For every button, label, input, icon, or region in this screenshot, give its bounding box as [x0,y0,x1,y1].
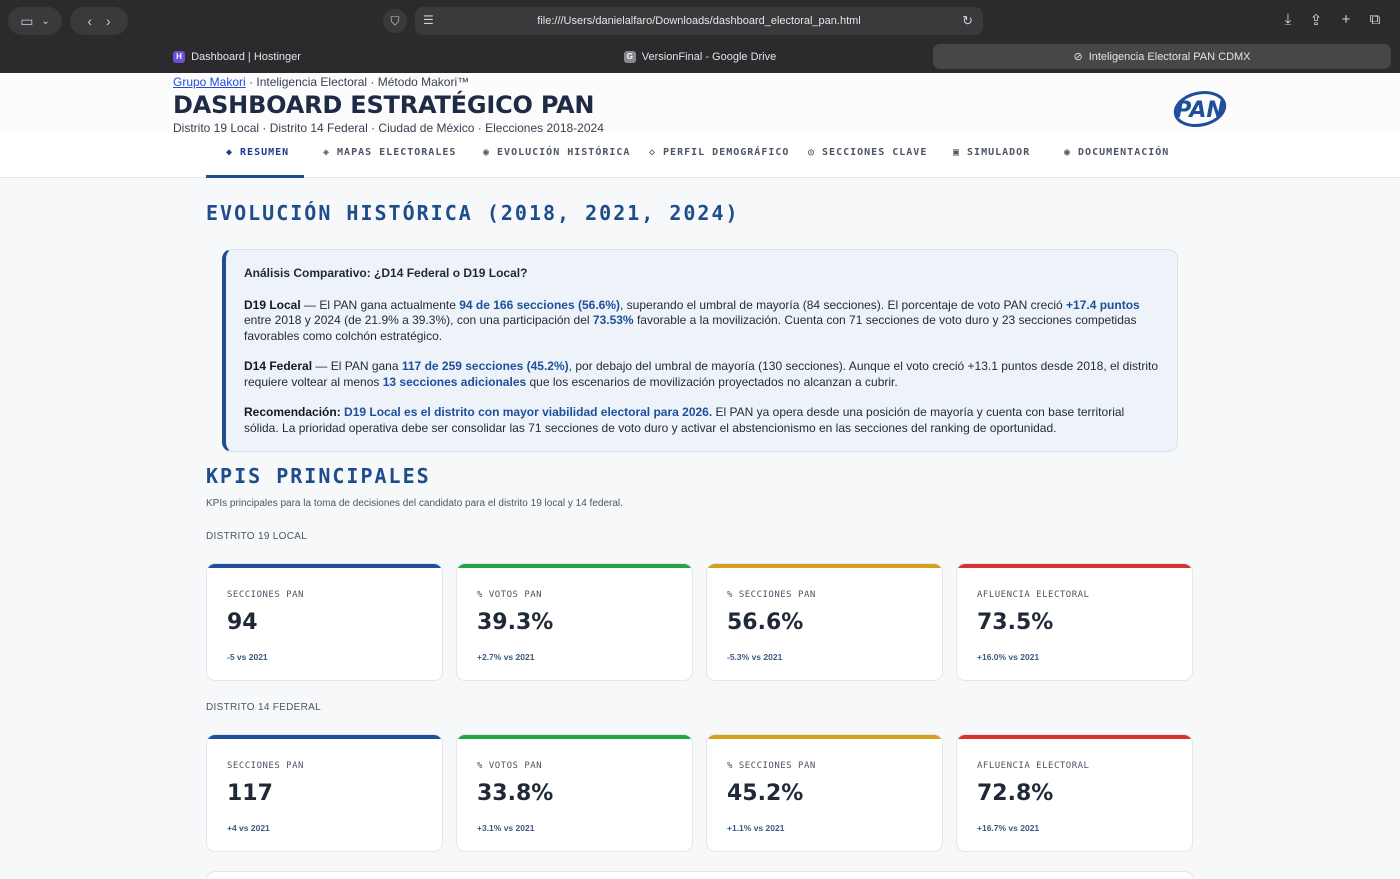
page-header: Grupo Makori · Inteligencia Electoral · … [0,73,1400,135]
d14-label: DISTRITO 14 FEDERAL [206,702,321,713]
reader-icon[interactable]: ☰ [423,13,434,27]
page: Grupo Makori · Inteligencia Electoral · … [0,73,1400,879]
compass-icon: ⊘ [1073,51,1083,63]
kpi-card-d14-afluencia: AFLUENCIA ELECTORAL 72.8% +16.7% vs 2021 [956,734,1193,852]
tab-perfil-demografico[interactable]: ◇ PERFIL DEMOGRÁFICO [649,147,789,158]
active-tab-indicator [206,175,304,178]
kpi-value: 56.6% [727,610,804,635]
logo-text: PAN [1175,98,1225,123]
card-accent [707,735,942,739]
analysis-recomendacion: Recomendación: D19 Local es el distrito … [244,405,1125,435]
tab-hostinger[interactable]: H Dashboard | Hostinger [8,44,466,69]
sidebar-icon: ▭ [20,12,34,29]
card-accent [957,735,1192,739]
kpi-label: SECCIONES PAN [227,590,304,600]
breadcrumb-rest: · Inteligencia Electoral · Método Makori… [245,75,470,89]
kpi-card-d19-pct-secciones: % SECCIONES PAN 56.6% -5.3% vs 2021 [706,563,943,681]
card-accent [207,564,442,568]
kpi-change: +4 vs 2021 [227,823,270,833]
kpi-card-d14-secciones: SECCIONES PAN 117 +4 vs 2021 [206,734,443,852]
tab-documentacion[interactable]: ◉ DOCUMENTACIÓN [1064,147,1169,158]
kpis-subtitle: KPIs principales para la toma de decisio… [206,498,623,509]
card-accent [707,564,942,568]
analysis-box: Análisis Comparativo: ¿D14 Federal o D19… [222,249,1178,452]
drive-favicon-icon: G [623,50,636,63]
kpi-value: 45.2% [727,781,804,806]
kpi-card-d19-afluencia: AFLUENCIA ELECTORAL 73.5% +16.0% vs 2021 [956,563,1193,681]
analysis-title: Análisis Comparativo: ¿D14 Federal o D19… [244,266,528,280]
reload-icon[interactable]: ↻ [962,13,973,29]
kpi-value: 72.8% [977,781,1054,806]
address-bar[interactable]: ☰ file:///Users/danielalfaro/Downloads/d… [415,7,983,35]
d19-label: DISTRITO 19 LOCAL [206,531,308,542]
privacy-shield-icon[interactable]: ⛉ [383,9,407,33]
kpi-value: 73.5% [977,610,1054,635]
kpi-change: +16.0% vs 2021 [977,652,1040,662]
kpi-change: +1.1% vs 2021 [727,823,785,833]
tab-resumen[interactable]: ◆ RESUMEN [226,147,289,158]
tab-google-drive[interactable]: G VersionFinal - Google Drive [470,44,930,69]
tab-label: Dashboard | Hostinger [191,50,301,63]
tab-evolucion-historica[interactable]: ◉ EVOLUCIÓN HISTÓRICA [483,147,630,158]
kpi-card-d19-votos: % VOTOS PAN 39.3% +2.7% vs 2021 [456,563,693,681]
kpi-value: 117 [227,781,273,806]
kpi-card-d14-votos: % VOTOS PAN 33.8% +3.1% vs 2021 [456,734,693,852]
tab-inteligencia-electoral[interactable]: ⊘ Inteligencia Electoral PAN CDMX [933,44,1391,69]
kpi-change: +2.7% vs 2021 [477,652,535,662]
evolucion-heading: EVOLUCIÓN HISTÓRICA (2018, 2021, 2024) [206,201,740,225]
card-accent [957,564,1192,568]
tab-simulador[interactable]: ▣ SIMULADOR [953,147,1030,158]
tab-label: Inteligencia Electoral PAN CDMX [1088,50,1251,63]
tab-overview-icon[interactable]: ⧉ [1365,11,1385,28]
analysis-d19: D19 Local — El PAN gana actualmente 94 d… [244,297,1140,343]
new-tab-icon[interactable]: + [1336,11,1356,28]
main-nav: ◆ RESUMEN ◈ MAPAS ELECTORALES ◉ EVOLUCIÓ… [0,133,1400,178]
grupo-makori-link[interactable]: Grupo Makori [173,75,246,89]
browser-chrome: ▭ ⌄ ‹ › ⛉ ☰ file:///Users/danielalfaro/Dow… [0,0,1400,73]
kpi-label: % SECCIONES PAN [727,590,816,600]
card-accent [207,735,442,739]
tab-bar: H Dashboard | Hostinger G VersionFinal -… [0,42,1400,73]
sidebar-toggle-button[interactable]: ▭ ⌄ [8,7,62,35]
card-accent [457,735,692,739]
kpi-label: % VOTOS PAN [477,761,543,771]
breadcrumb: Grupo Makori · Inteligencia Electoral · … [173,75,469,89]
page-title: DASHBOARD ESTRATÉGICO PAN [173,91,595,119]
kpi-value: 94 [227,610,258,635]
share-icon[interactable]: ⇪ [1306,11,1326,29]
kpis-heading: KPIS PRINCIPALES [206,464,431,488]
kpi-label: AFLUENCIA ELECTORAL [977,590,1090,600]
kpi-value: 33.8% [477,781,554,806]
kpi-change: -5 vs 2021 [227,652,268,662]
card-accent [457,564,692,568]
download-icon[interactable]: ⤓ [1278,11,1298,28]
analysis-d14: D14 Federal — El PAN gana 117 de 259 sec… [244,359,1159,389]
kpi-label: AFLUENCIA ELECTORAL [977,761,1090,771]
next-section-card [206,871,1194,879]
pan-logo: PAN [1173,91,1227,127]
kpi-label: SECCIONES PAN [227,761,304,771]
tab-secciones-clave[interactable]: ◎ SECCIONES CLAVE [808,147,927,158]
browser-toolbar: ▭ ⌄ ‹ › ⛉ ☰ file:///Users/danielalfaro/Dow… [0,0,1400,42]
kpi-label: % SECCIONES PAN [727,761,816,771]
kpi-change: +16.7% vs 2021 [977,823,1040,833]
tab-label: VersionFinal - Google Drive [641,50,777,63]
tab-mapas-electorales[interactable]: ◈ MAPAS ELECTORALES [323,147,456,158]
forward-icon[interactable]: › [106,13,111,29]
back-icon[interactable]: ‹ [87,13,92,29]
kpi-label: % VOTOS PAN [477,590,543,600]
history-nav: ‹ › [70,7,128,35]
kpi-card-d19-secciones: SECCIONES PAN 94 -5 vs 2021 [206,563,443,681]
kpi-card-d14-pct-secciones: % SECCIONES PAN 45.2% +1.1% vs 2021 [706,734,943,852]
kpi-change: -5.3% vs 2021 [727,652,783,662]
kpi-value: 39.3% [477,610,554,635]
kpi-change: +3.1% vs 2021 [477,823,535,833]
url-text: file:///Users/danielalfaro/Downloads/das… [537,15,861,27]
hostinger-favicon-icon: H [173,50,186,63]
chevron-down-icon: ⌄ [41,15,50,27]
